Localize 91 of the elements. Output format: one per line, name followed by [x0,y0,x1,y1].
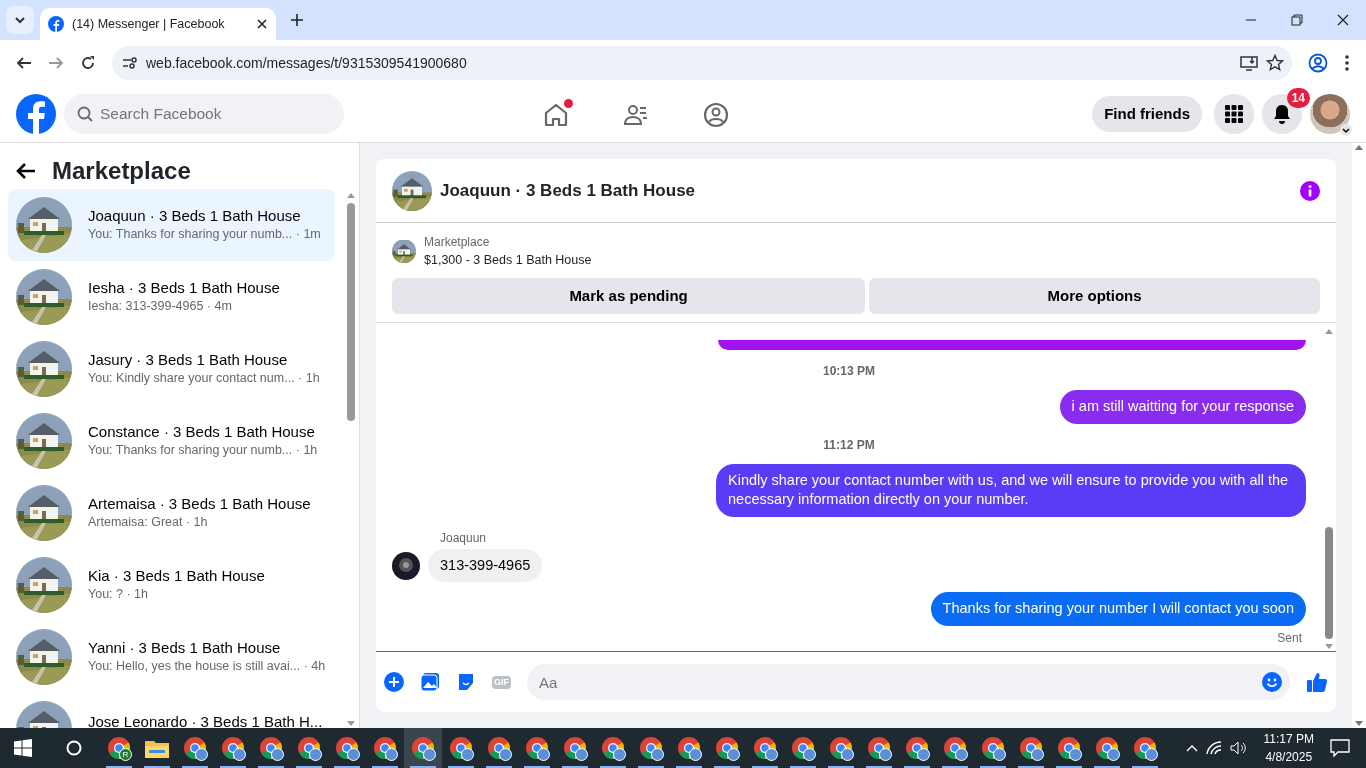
message-time: 10:13 PM [823,363,875,381]
home-icon[interactable] [543,101,569,128]
conversation-item[interactable]: Joaquun · 3 Beds 1 Bath House You: Thanks for sharing your numb... · 1m [8,189,335,261]
close-icon[interactable] [256,18,268,30]
info-icon[interactable] [1300,180,1320,201]
listing-label: Marketplace [424,234,491,251]
scrollbar-thumb[interactable] [347,203,355,421]
chat-title: Joaquun · 3 Beds 1 Bath House [440,179,697,202]
conversation-snippet: Artemaisa: Great · 1h [88,513,209,531]
find-friends-button[interactable]: Find friends [1092,96,1202,132]
conversation-snippet: You: ? · 1h [88,585,149,603]
clock-time[interactable]: 11:17 PM [1263,730,1314,748]
taskbar-app[interactable] [404,728,442,768]
conversation-title: Jasury · 3 Beds 1 Bath House [88,350,289,369]
menu-button[interactable] [1214,94,1254,134]
tab-title: (14) Messenger | Facebook [72,15,226,33]
chevron-down-icon[interactable] [1340,124,1352,136]
listing-title: $1,300 - 3 Beds 1 Bath House [424,252,592,269]
scroll-up-icon[interactable] [346,191,356,199]
windows-icon[interactable] [14,739,32,757]
address-bar[interactable]: web.facebook.com/messages/t/9315309541900680 [112,46,1292,80]
url-text: web.facebook.com/messages/t/9315309541900680 [146,53,468,73]
message-field[interactable]: Aa [527,664,1290,700]
back-icon[interactable] [16,55,32,71]
facebook-icon [48,16,64,32]
message-status: Sent [1277,630,1302,647]
close-icon[interactable] [1337,14,1349,26]
restore-icon[interactable] [1291,14,1303,26]
new-tab-icon[interactable] [290,13,304,27]
conversation-title: Constance · 3 Beds 1 Bath House [88,422,316,441]
conversation-item[interactable]: Artemaisa · 3 Beds 1 Bath House Artemaisa: Great · 1h [8,477,335,549]
conversation-title: Yanni · 3 Beds 1 Bath House [88,638,282,657]
profile-icon[interactable] [1308,53,1328,73]
conversation-item[interactable]: Constance · 3 Beds 1 Bath House You: Thanks for sharing your numb... · 1h [8,405,335,477]
thumbs-up-icon[interactable] [1306,671,1328,693]
conversation-title: Artemaisa · 3 Beds 1 Bath House [88,494,311,513]
message-bubble: Thanks for sharing your number I will contact you soon [930,592,1306,626]
plus-icon[interactable] [384,672,404,692]
message-bubble: i am still waitting for your response [1059,390,1306,424]
conversation-snippet: You: Thanks for sharing your numb... · 1h [88,441,318,459]
message-bubble: Kindly share your contact number with us, and we will ensure to provide you with all the necessary information directly on your number. [716,463,1306,517]
group-icon[interactable] [703,101,729,128]
message-time: 11:12 PM [823,436,875,454]
conversation-title: Jose Leonardo · 3 Beds 1 Bath H... [88,713,323,728]
star-icon[interactable] [1266,54,1284,72]
more-icon[interactable] [1344,54,1350,72]
conversation-snippet: You: Thanks for sharing your numb... · 1m [88,225,321,243]
search-field[interactable]: Search Facebook [64,94,344,134]
chevron-up-icon[interactable] [1185,743,1198,753]
volume-icon[interactable] [1229,741,1248,755]
grid-icon [1225,105,1243,123]
conversation-item[interactable]: Iesha · 3 Beds 1 Bath House Iesha: 313-399-4965 · 4m [8,261,335,333]
wifi-icon[interactable] [1205,741,1222,755]
conversation-item[interactable]: Kia · 3 Beds 1 Bath House You: ? · 1h [8,549,335,621]
conversation-item[interactable]: Jasury · 3 Beds 1 Bath House You: Kindly share your contact num... · 1h [8,333,335,405]
folder-icon [145,738,169,758]
install-app-icon[interactable] [1240,54,1258,72]
back-arrow-icon[interactable] [16,161,36,181]
mark-pending-button[interactable]: Mark as pending [392,277,866,314]
notification-icon[interactable] [1330,739,1350,757]
profile-avatar[interactable] [1310,94,1350,134]
search-icon [77,106,93,122]
conversation-title: Kia · 3 Beds 1 Bath House [88,566,265,585]
notification-count: 14 [1286,88,1310,108]
browser-tab[interactable]: (14) Messenger | Facebook [40,8,276,40]
clock-date[interactable]: 4/8/2025 [1265,748,1313,766]
emoji-icon[interactable] [1262,672,1282,692]
forward-icon[interactable] [48,55,64,71]
message-bubble: 313-399-4965 [428,548,543,583]
sidebar-title: Marketplace [52,156,191,186]
sender-name: Joaquun [440,529,488,547]
more-options-button[interactable]: More options [869,277,1320,314]
conversation-title: Iesha · 3 Beds 1 Bath House [88,278,280,297]
conversation-snippet: You: Hello, yes the house is still avai... · 4h [88,657,326,675]
scroll-down-icon[interactable] [1324,643,1334,651]
search-icon[interactable] [66,740,82,756]
sticker-icon[interactable] [456,672,476,692]
reload-icon[interactable] [80,55,96,71]
facebook-logo[interactable] [16,94,56,134]
conversation-snippet: Iesha: 313-399-4965 · 4m [88,297,233,315]
taskbar-app[interactable]: R [100,728,138,768]
conversation-snippet: You: Kindly share your contact num... · 1h [88,369,320,387]
conversation-title: Joaquun · 3 Beds 1 Bath House [88,206,302,225]
avatar-icon [392,551,420,580]
bell-icon [1272,104,1292,124]
scrollbar-thumb[interactable] [1325,527,1333,639]
chevron-down-icon [14,14,26,26]
tab-list-button[interactable] [6,6,34,34]
image-icon[interactable] [420,672,440,692]
conversation-item[interactable]: Yanni · 3 Beds 1 Bath House You: Hello, yes the house is still avai... · 4h [8,621,335,693]
site-settings-icon[interactable] [120,54,138,72]
